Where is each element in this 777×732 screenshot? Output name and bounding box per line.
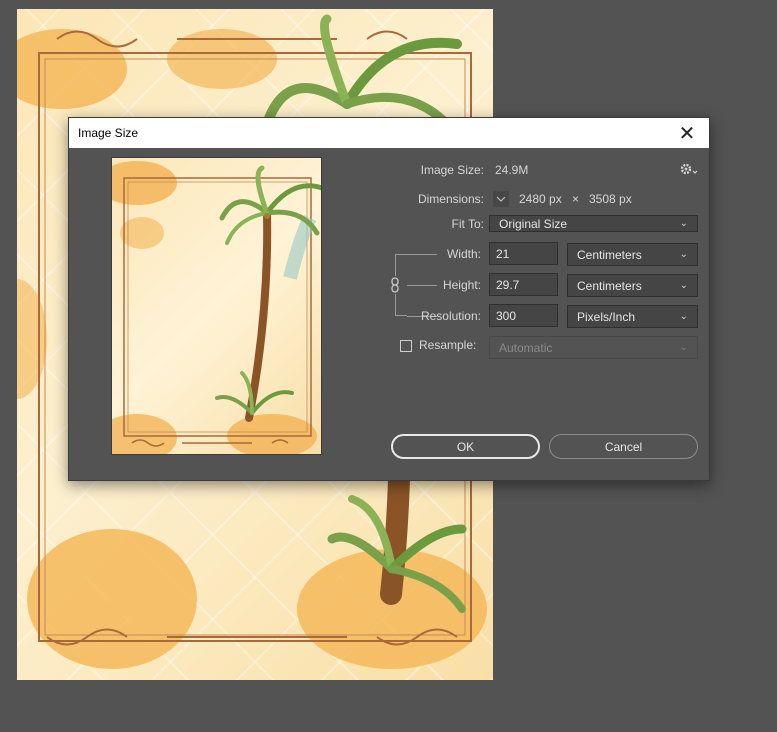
chevron-down-icon: ⌄: [679, 342, 688, 353]
gear-icon[interactable]: [679, 162, 699, 178]
resolution-unit-value: Pixels/Inch: [577, 309, 636, 324]
dimensions-height: 3508 px: [589, 192, 632, 206]
width-input[interactable]: 21: [489, 242, 558, 265]
dimensions-separator: ×: [572, 192, 580, 206]
palm-fronds-top: [262, 14, 462, 129]
height-label: Height:: [442, 278, 481, 292]
dialog-title: Image Size: [78, 126, 139, 140]
fit-to-select[interactable]: Original Size ⌄: [489, 215, 698, 232]
resolution-unit-select[interactable]: Pixels/Inch ⌄: [567, 305, 698, 328]
dimensions-width: 2480 px: [519, 192, 562, 206]
image-size-value: 24.9M: [495, 163, 529, 177]
chevron-down-icon: ⌄: [679, 311, 688, 322]
fit-to-label: Fit To:: [451, 217, 484, 231]
width-unit-select[interactable]: Centimeters ⌄: [567, 243, 698, 266]
cancel-button[interactable]: Cancel: [549, 434, 698, 459]
fit-to-value: Original Size: [499, 216, 568, 231]
height-input[interactable]: 29.7: [489, 273, 558, 296]
chevron-down-icon: ⌄: [679, 280, 688, 291]
image-size-dialog: Image Size ✕ Image Size: 24.9M Dimension…: [68, 117, 710, 481]
chevron-down-icon[interactable]: [493, 191, 509, 207]
image-size-label: Image Size:: [420, 163, 484, 177]
height-unit-select[interactable]: Centimeters ⌄: [567, 274, 698, 297]
ok-button[interactable]: OK: [391, 434, 540, 459]
resample-method-select[interactable]: Automatic ⌄: [489, 336, 698, 359]
resample-checkbox[interactable]: [400, 340, 412, 352]
image-preview[interactable]: [111, 157, 322, 455]
chevron-down-icon: ⌄: [679, 218, 688, 229]
height-unit-value: Centimeters: [577, 278, 642, 293]
chevron-down-icon: ⌄: [679, 249, 688, 260]
resample-label: Resample:: [419, 338, 477, 352]
resample-method-value: Automatic: [499, 340, 553, 355]
dimensions-label: Dimensions:: [417, 192, 484, 206]
resolution-input[interactable]: 300: [489, 304, 558, 327]
close-icon[interactable]: ✕: [665, 118, 709, 148]
dialog-titlebar: Image Size ✕: [69, 118, 709, 148]
preview-artwork: [112, 161, 321, 454]
resolution-label: Resolution:: [420, 309, 481, 323]
width-unit-value: Centimeters: [577, 247, 642, 262]
width-label: Width:: [446, 247, 481, 261]
